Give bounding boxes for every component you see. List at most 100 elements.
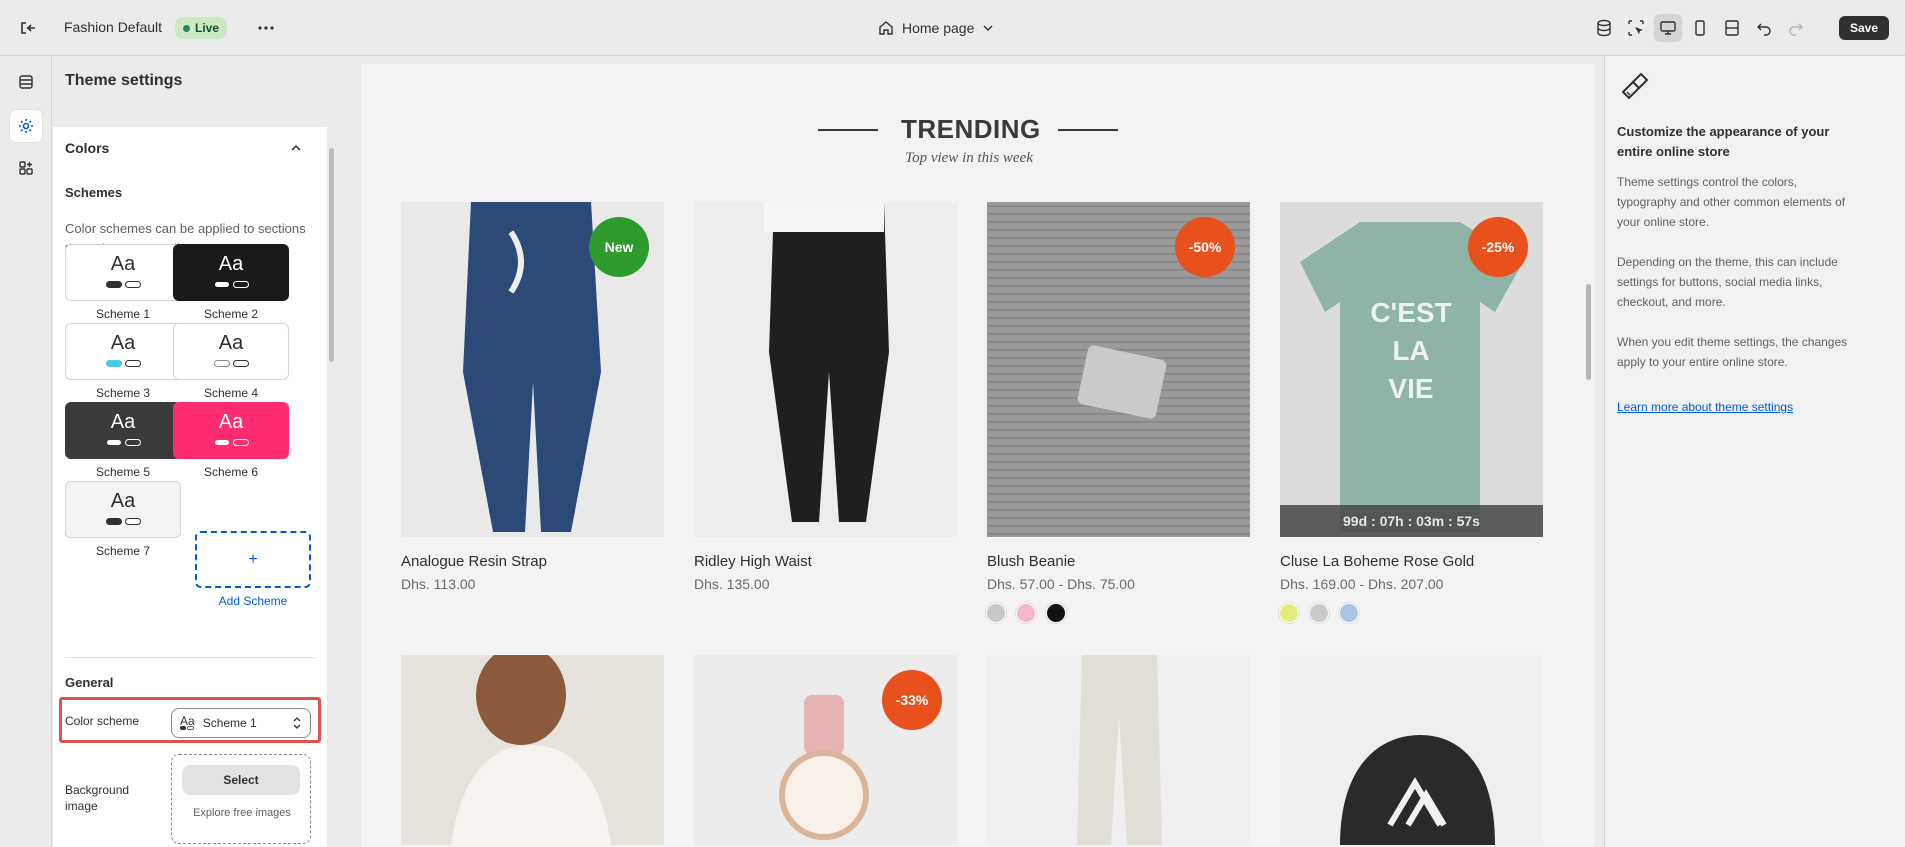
preview-canvas: TRENDING Top view in this week New Analog… (361, 64, 1595, 847)
primary-button-pill (105, 281, 122, 288)
product-image-trousers[interactable] (694, 202, 957, 537)
more-actions-button[interactable] (254, 16, 278, 40)
scheme-swatch-text: Aa (110, 332, 136, 354)
secondary-button-pill (124, 360, 141, 367)
panel-scrollbar[interactable] (329, 148, 334, 362)
background-image-label: Background image (65, 783, 130, 813)
undo-icon[interactable] (1750, 14, 1778, 42)
live-dot-icon (183, 24, 190, 32)
add-scheme-button[interactable]: + (195, 531, 311, 588)
product-name[interactable]: Ridley High Waist (694, 553, 957, 570)
scheme-button-preview (213, 360, 249, 367)
primary-button-pill (105, 518, 122, 525)
save-button[interactable]: Save (1839, 16, 1889, 40)
scheme-label: Scheme 5 (95, 465, 151, 479)
product-image-tshirt[interactable]: C'EST LA VIE -25% 99d : 07h : 03m : 57s (1280, 202, 1543, 537)
countdown-timer: 99d : 07h : 03m : 57s (1280, 505, 1543, 537)
scheme-button-preview (105, 518, 141, 525)
secondary-button-pill (124, 439, 141, 446)
product-badge: -50% (1175, 217, 1235, 277)
product-card[interactable]: New Analogue Resin Strap Dhs. 113.00 (401, 202, 664, 592)
preview-scrollbar[interactable] (1586, 284, 1591, 380)
colors-section-heading[interactable]: Colors (65, 140, 109, 156)
product-image-trousers[interactable] (987, 655, 1250, 845)
scheme-swatch-3[interactable]: Aa (65, 323, 181, 380)
scheme-swatch-2[interactable]: Aa (173, 244, 289, 301)
scheme-button-preview (213, 281, 249, 288)
scheme-label: Scheme 6 (203, 465, 259, 479)
store-preview: TRENDING Top view in this week New Analog… (361, 64, 1595, 847)
color-swatch[interactable] (1340, 604, 1358, 622)
product-card[interactable]: C'EST LA VIE -25% 99d : 07h : 03m : 57s Cluse… (1280, 202, 1543, 622)
database-icon[interactable] (1590, 14, 1618, 42)
product-image-watch[interactable]: -33% (694, 655, 957, 845)
secondary-button-pill (124, 518, 141, 525)
product-image-cap[interactable] (1280, 655, 1543, 845)
secondary-button-pill (232, 360, 249, 367)
theme-settings-gear-icon[interactable] (10, 110, 42, 142)
color-swatch[interactable] (1017, 604, 1035, 622)
color-swatch[interactable] (1280, 604, 1298, 622)
scheme-swatch-1[interactable]: Aa (65, 244, 181, 301)
colors-section: Colors Schemes Color schemes can be appl… (53, 127, 327, 847)
section-title: TRENDING (901, 114, 1041, 144)
product-name[interactable]: Cluse La Boheme Rose Gold (1280, 553, 1543, 570)
apps-icon[interactable] (10, 152, 42, 184)
scheme-swatch-6[interactable]: Aa (173, 402, 289, 459)
preview-tools (1590, 14, 1810, 42)
page-selector-label: Home page (902, 20, 975, 36)
background-image-picker: Select Explore free images (171, 754, 311, 844)
divider (65, 657, 315, 658)
scheme-button-preview (213, 439, 249, 446)
scheme-swatch-5[interactable]: Aa (65, 402, 181, 459)
color-swatch[interactable] (1047, 604, 1065, 622)
general-heading: General (65, 675, 114, 690)
product-name[interactable]: Blush Beanie (987, 553, 1250, 570)
plus-icon: + (248, 550, 258, 568)
color-swatch[interactable] (987, 604, 1005, 622)
paint-brush-icon (1617, 70, 1649, 107)
exit-icon[interactable] (16, 16, 40, 40)
scheme-swatch-7[interactable]: Aa (65, 481, 181, 538)
help-paragraph-3: When you edit theme settings, the change… (1617, 335, 1848, 369)
theme-name: Fashion Default (64, 19, 163, 35)
product-name[interactable]: Analogue Resin Strap (401, 553, 664, 570)
product-card[interactable]: Ridley High Waist Dhs. 135.00 (694, 202, 957, 592)
color-scheme-value: Scheme 1 (202, 716, 257, 730)
chevron-up-icon[interactable] (287, 139, 305, 157)
product-badge: -25% (1468, 217, 1528, 277)
color-swatch[interactable] (1310, 604, 1328, 622)
section-subtitle: Top view in this week (905, 150, 1033, 166)
desktop-view-icon[interactable] (1654, 14, 1682, 42)
scheme-button-preview (105, 360, 141, 367)
product-card[interactable]: -50% Blush Beanie Dhs. 57.00 - Dhs. 75.00 (987, 202, 1250, 622)
learn-more-link[interactable]: Learn more about theme settings (1617, 400, 1793, 414)
live-label: Live (195, 21, 220, 35)
sections-icon[interactable] (10, 66, 42, 98)
product-price: Dhs. 135.00 (694, 576, 770, 592)
fullscreen-icon[interactable] (1718, 14, 1746, 42)
scheme-label: Scheme 4 (203, 386, 259, 400)
product-image-jogger[interactable]: New (401, 202, 664, 537)
scheme-swatch-4[interactable]: Aa (173, 323, 289, 380)
product-image-sweater[interactable] (401, 655, 664, 845)
primary-button-pill (105, 360, 122, 367)
add-scheme-label[interactable]: Add Scheme (195, 594, 311, 608)
live-badge: Live (175, 17, 228, 39)
select-image-button[interactable]: Select (182, 765, 300, 795)
product-image-beanie[interactable]: -50% (987, 202, 1250, 537)
color-scheme-select[interactable]: Aa Scheme 1 (171, 708, 311, 738)
inspector-icon[interactable] (1622, 14, 1650, 42)
explore-images-link[interactable]: Explore free images (172, 807, 312, 820)
page-selector[interactable]: Home page (878, 16, 994, 40)
schemes-heading: Schemes (65, 185, 123, 200)
scheme-swatch-text: Aa (218, 253, 244, 275)
product-price: Dhs. 169.00 - Dhs. 207.00 (1280, 576, 1444, 592)
scheme-button-preview (105, 281, 141, 288)
primary-button-pill (213, 281, 230, 288)
redo-icon[interactable] (1782, 14, 1810, 42)
mobile-view-icon[interactable] (1686, 14, 1714, 42)
primary-button-pill (105, 439, 122, 446)
scheme-preview-icon: Aa (180, 714, 195, 730)
secondary-button-pill (232, 439, 249, 446)
